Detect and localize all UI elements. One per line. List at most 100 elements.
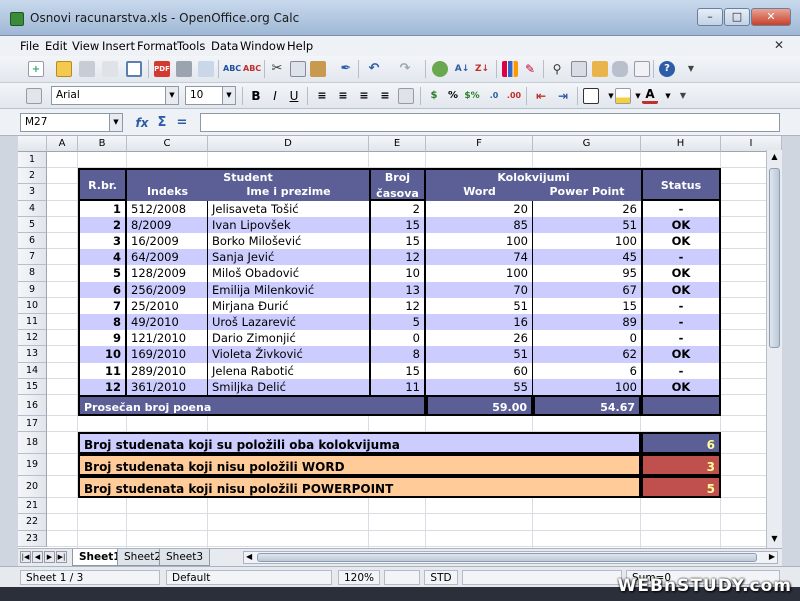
cell-indeks[interactable]: 121/2010 (127, 330, 208, 347)
row-header[interactable]: 11 (18, 314, 47, 331)
font-name-combo[interactable]: Arial ▼ (51, 86, 179, 105)
close-document-icon[interactable]: ✕ (774, 38, 784, 52)
standard-format-icon[interactable]: $% (464, 88, 480, 104)
cell-indeks[interactable]: 169/2010 (127, 346, 208, 363)
clone-formatting-icon[interactable]: ✒ (338, 61, 354, 77)
row-header[interactable]: 1 (18, 152, 47, 169)
cell-ime[interactable]: Emilija Milenković (208, 281, 369, 298)
borders-icon[interactable] (583, 88, 599, 104)
print-icon[interactable] (176, 61, 192, 77)
scroll-right-icon[interactable]: ▶ (769, 552, 775, 561)
cell-rbr[interactable]: 12 (78, 378, 127, 395)
summary-value[interactable]: 5 (641, 476, 721, 499)
scroll-left-icon[interactable]: ◀ (246, 552, 252, 561)
cell-ime[interactable]: Jelena Rabotić (208, 362, 369, 379)
font-size-combo[interactable]: 10 ▼ (185, 86, 236, 105)
average-pp[interactable]: 54.67 (533, 395, 641, 416)
export-pdf-icon[interactable]: PDF (154, 61, 170, 77)
summary-value[interactable]: 3 (641, 454, 721, 477)
cell-indeks[interactable]: 289/2010 (127, 362, 208, 379)
average-label[interactable]: Prosečan broj poena (78, 395, 426, 416)
cell-pp[interactable]: 51 (533, 216, 641, 233)
cell-ime[interactable]: Borko Milošević (208, 233, 369, 250)
cell-rbr[interactable]: 4 (78, 249, 127, 266)
page-preview-icon[interactable] (198, 61, 214, 77)
cell-word[interactable]: 70 (426, 281, 533, 298)
cell-indeks[interactable]: 361/2010 (127, 378, 208, 395)
cell-status[interactable]: - (641, 330, 721, 347)
spreadsheet-grid[interactable]: A B C D E F G H I 1 2 3 4 5 6 7 8 9 10 11 12 13 14 15 1… (18, 136, 782, 548)
cell-pp[interactable]: 89 (533, 314, 641, 331)
cell-casova[interactable]: 8 (369, 346, 426, 363)
decrease-indent-icon[interactable]: ⇤ (533, 88, 549, 104)
font-color-icon[interactable]: A (642, 88, 658, 104)
cell-casova[interactable]: 15 (369, 362, 426, 379)
merge-cells-icon[interactable] (398, 88, 414, 104)
autospellcheck-icon[interactable]: ABC (243, 61, 261, 77)
percent-icon[interactable]: % (445, 88, 461, 104)
cell-casova[interactable]: 10 (369, 265, 426, 282)
cell-pp[interactable]: 100 (533, 233, 641, 250)
show-draw-functions-icon[interactable]: ✎ (522, 61, 538, 77)
justify-icon[interactable]: ≡ (377, 88, 393, 104)
cell-casova[interactable]: 15 (369, 216, 426, 233)
cell-status[interactable]: OK (641, 265, 721, 282)
row-header[interactable]: 14 (18, 362, 47, 379)
align-center-icon[interactable]: ≡ (335, 88, 351, 104)
row-header[interactable]: 15 (18, 378, 47, 395)
header-broj-casova[interactable]: Broj časova (369, 168, 426, 201)
scroll-thumb[interactable] (257, 553, 757, 562)
new-document-icon[interactable]: + (28, 61, 44, 77)
data-sources-icon[interactable] (612, 61, 628, 77)
column-header[interactable]: D (208, 136, 369, 152)
cell-indeks[interactable]: 64/2009 (127, 249, 208, 266)
header-rbr[interactable]: R.br. (78, 168, 127, 201)
cell-pp[interactable]: 62 (533, 346, 641, 363)
font-color-dropdown-icon[interactable]: ▼ (660, 88, 676, 104)
add-decimal-icon[interactable]: .0 (486, 88, 502, 104)
row-header[interactable]: 13 (18, 346, 47, 363)
horizontal-scrollbar[interactable]: ◀ ▶ (243, 551, 778, 564)
chevron-down-icon[interactable]: ▼ (165, 87, 178, 104)
row-header[interactable]: 17 (18, 416, 47, 433)
row-header[interactable]: 5 (18, 216, 47, 233)
cell-status[interactable]: OK (641, 378, 721, 395)
close-button[interactable]: ✕ (751, 8, 791, 26)
background-color-icon[interactable] (615, 88, 631, 104)
zoom-icon[interactable] (634, 61, 650, 77)
cell-ime[interactable]: Miloš Obadović (208, 265, 369, 282)
styles-formatting-icon[interactable] (26, 88, 42, 104)
column-header[interactable]: B (78, 136, 127, 152)
zoom-level[interactable]: 120% (338, 570, 380, 585)
column-header[interactable]: H (641, 136, 721, 152)
next-sheet-icon[interactable]: ▶ (44, 551, 55, 563)
cell-status[interactable]: - (641, 200, 721, 217)
cell-casova[interactable]: 2 (369, 200, 426, 217)
first-sheet-icon[interactable]: |◀ (20, 551, 31, 563)
email-icon[interactable] (102, 61, 118, 77)
cell-pp[interactable]: 45 (533, 249, 641, 266)
row-header[interactable]: 23 (18, 530, 47, 547)
currency-icon[interactable]: $ (426, 88, 442, 104)
cell-ime[interactable]: Mirjana Đurić (208, 297, 369, 314)
cell-rbr[interactable]: 10 (78, 346, 127, 363)
cell-indeks[interactable]: 49/2010 (127, 314, 208, 331)
column-header[interactable]: A (47, 136, 78, 152)
sort-ascending-icon[interactable]: A↓ (454, 61, 470, 77)
menu-format[interactable]: Format (137, 39, 178, 53)
row-header[interactable]: 4 (18, 200, 47, 217)
cell-indeks[interactable]: 8/2009 (127, 216, 208, 233)
average-word[interactable]: 59.00 (426, 395, 533, 416)
chevron-down-icon[interactable]: ▼ (222, 87, 235, 104)
underline-icon[interactable]: U (286, 88, 302, 104)
cell-ime[interactable]: Jelisaveta Tošić (208, 200, 369, 217)
summary-label[interactable]: Broj studenata koji nisu položili POWERP… (78, 476, 641, 499)
scroll-down-icon[interactable]: ▼ (769, 534, 780, 545)
cell-word[interactable]: 20 (426, 200, 533, 217)
tab-sheet3[interactable]: Sheet3 (159, 549, 211, 566)
cell-ime[interactable]: Dario Zimonjić (208, 330, 369, 347)
column-header[interactable]: E (369, 136, 426, 152)
cell-rbr[interactable]: 3 (78, 233, 127, 250)
summary-label[interactable]: Broj studenata koji su položili oba kolo… (78, 432, 641, 455)
average-status[interactable] (641, 395, 721, 416)
